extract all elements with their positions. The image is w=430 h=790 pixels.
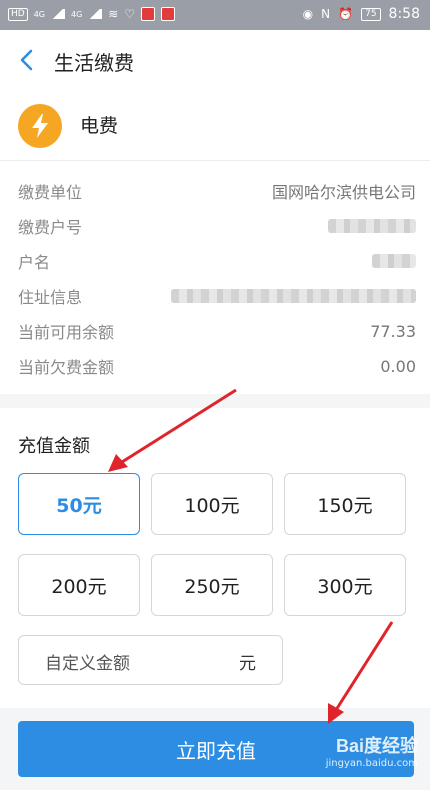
watermark: Bai度经验 jingyan.baidu.com	[326, 732, 418, 769]
info-row-balance: 当前可用余额 77.33	[18, 319, 416, 343]
info-label: 缴费户号	[18, 218, 83, 237]
custom-amount-input[interactable]: 自定义金额 元	[18, 635, 283, 685]
info-label: 当前可用余额	[18, 323, 115, 342]
heart-icon: ♡	[124, 7, 136, 21]
info-label: 缴费单位	[18, 183, 83, 202]
info-value: 77.33	[370, 321, 416, 341]
info-value: 国网哈尔滨供电公司	[271, 183, 416, 202]
battery-icon: 75	[361, 7, 381, 21]
info-label: 户名	[18, 253, 51, 272]
info-row-unit: 缴费单位 国网哈尔滨供电公司	[18, 179, 416, 203]
biller-info-card: 电费 缴费单位 国网哈尔滨供电公司 缴费户号 户名 住址信息 当前可用余额 77…	[0, 90, 430, 394]
biller-name: 电费	[80, 115, 119, 137]
recharge-card: 充值金额 50元 100元 150元 200元 250元 300元 自定义金额 …	[0, 408, 430, 708]
header: 生活缴费	[0, 30, 430, 91]
info-row-arrears: 当前欠费金额 0.00	[18, 354, 416, 378]
amount-option-300[interactable]: 300元	[284, 554, 406, 616]
custom-amount-placeholder: 自定义金额	[45, 654, 130, 674]
page-title: 生活缴费	[54, 51, 134, 75]
amount-option-100[interactable]: 100元	[151, 473, 273, 535]
redacted-value	[372, 254, 416, 268]
recharge-now-label: 立即充值	[176, 738, 256, 763]
status-bar: HD 4G 4G ≋ ♡ ◉ N ⏰ 75 8:58	[0, 0, 430, 30]
info-row-address: 住址信息	[18, 284, 416, 308]
app-notification-icon	[141, 7, 156, 21]
network-label-2: 4G	[71, 9, 83, 19]
watermark-url: jingyan.baidu.com	[325, 758, 418, 769]
divider	[0, 160, 430, 161]
recharge-title: 充值金额	[18, 436, 90, 457]
nfc-icon: N	[321, 7, 331, 21]
back-button[interactable]	[16, 46, 40, 74]
signal-icon-2	[88, 9, 103, 19]
info-row-account: 缴费户号	[18, 214, 416, 238]
eye-icon: ◉	[302, 7, 314, 21]
signal-icon	[51, 9, 65, 19]
amount-option-50[interactable]: 50元	[18, 473, 140, 535]
redacted-value	[328, 219, 416, 233]
chevron-left-icon	[20, 49, 33, 71]
amount-option-200[interactable]: 200元	[18, 554, 140, 616]
wifi-icon: ≋	[108, 7, 119, 21]
custom-amount-unit: 元	[239, 654, 256, 674]
watermark-brand: Bai度经验	[335, 736, 418, 756]
info-value: 0.00	[380, 356, 416, 376]
app-notification-icon-2	[161, 7, 176, 21]
info-label: 当前欠费金额	[18, 358, 115, 377]
status-time: 8:58	[388, 6, 420, 22]
amount-option-150[interactable]: 150元	[284, 473, 406, 535]
amount-option-250[interactable]: 250元	[151, 554, 273, 616]
lightning-icon	[18, 104, 62, 148]
network-label-1: 4G	[33, 9, 45, 19]
info-label: 住址信息	[18, 288, 83, 307]
redacted-value	[171, 289, 416, 303]
info-row-name: 户名	[18, 249, 416, 273]
alarm-icon: ⏰	[338, 7, 354, 21]
hd-badge: HD	[8, 7, 28, 21]
